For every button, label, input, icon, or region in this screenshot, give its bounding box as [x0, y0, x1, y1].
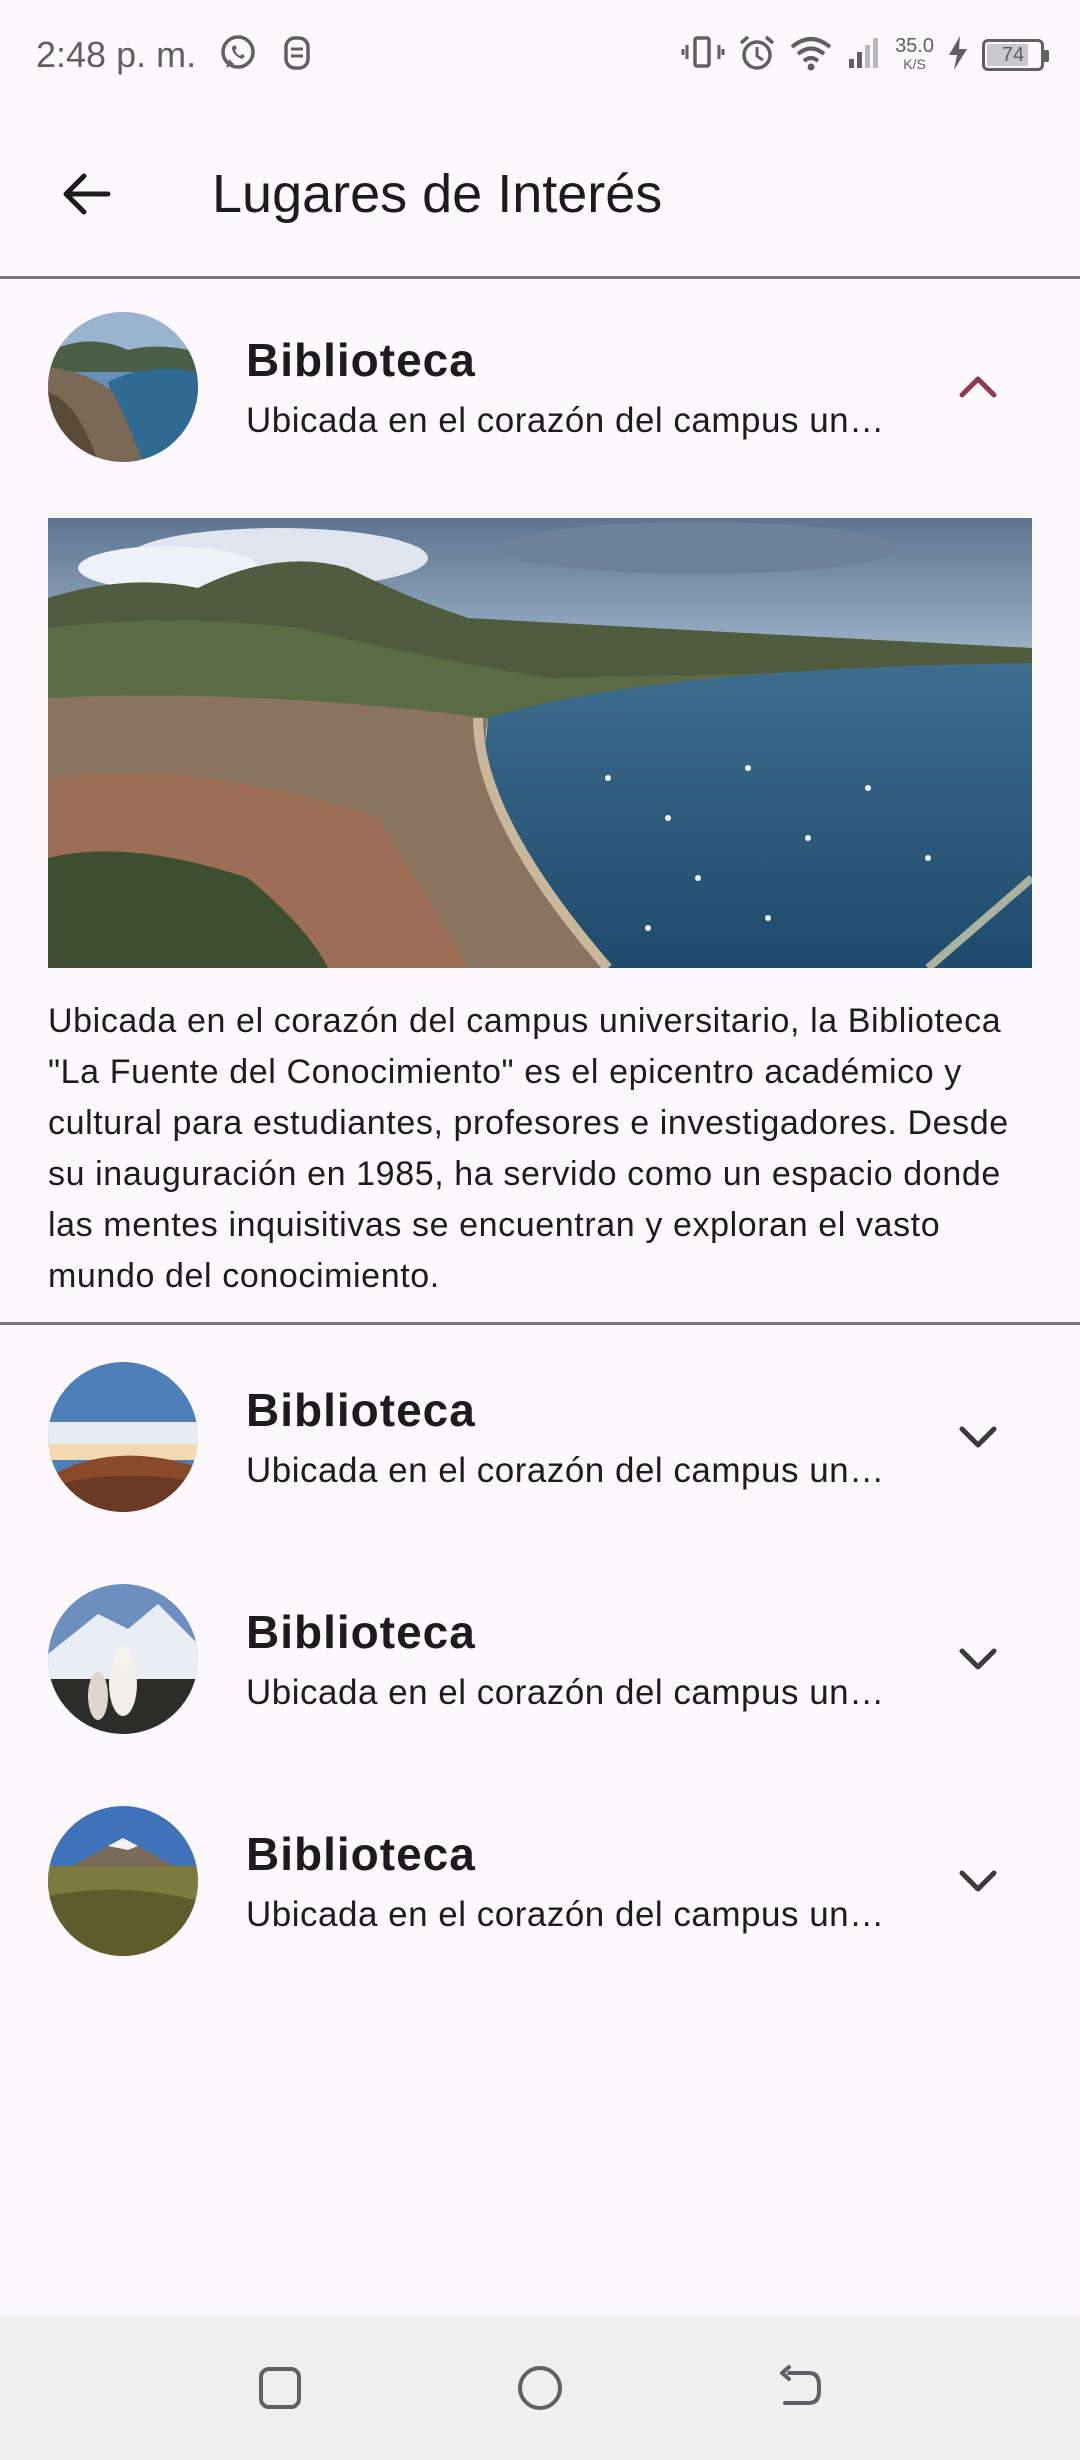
place-subtitle: Ubicada en el corazón del campus univers…	[246, 401, 886, 440]
recents-icon	[259, 2367, 301, 2409]
signal-icon	[845, 33, 883, 78]
status-right: 35.0 K/S 74	[681, 33, 1049, 78]
whatsapp-icon	[218, 33, 258, 78]
expand-toggle[interactable]	[954, 1857, 1002, 1905]
place-avatar	[48, 1362, 198, 1512]
battery-level: 74	[1001, 43, 1025, 66]
notification-icon	[280, 33, 314, 78]
net-speed-value: 35.0	[895, 35, 934, 57]
divider	[0, 1322, 1080, 1325]
back-button[interactable]	[50, 158, 122, 230]
status-time: 2:48 p. m.	[36, 34, 197, 75]
place-image	[48, 518, 1032, 968]
page-title: Lugares de Interés	[212, 164, 663, 224]
back-icon	[780, 2365, 821, 2405]
place-title: Biblioteca	[246, 1828, 476, 1880]
place-subtitle: Ubicada en el corazón del campus univers…	[246, 1673, 886, 1712]
net-speed: 35.0 K/S	[895, 35, 934, 73]
place-text: Biblioteca Ubicada en el corazón del cam…	[246, 1605, 886, 1713]
chevron-down-icon	[959, 1426, 997, 1448]
place-tile-1[interactable]: Biblioteca Ubicada en el corazón del cam…	[0, 282, 1080, 492]
charging-icon	[946, 33, 970, 78]
recents-button[interactable]	[235, 2343, 325, 2433]
place-subtitle: Ubicada en el corazón del campus univers…	[246, 1895, 886, 1934]
screen: 2:48 p. m. 35.0 K/S 74 Lugares de Interé…	[0, 0, 1080, 2460]
home-button[interactable]	[495, 2343, 585, 2433]
battery-icon: 74	[982, 39, 1049, 71]
alarm-icon	[737, 33, 777, 78]
place-tile-3[interactable]: Biblioteca Ubicada en el corazón del cam…	[0, 1554, 1080, 1764]
place-text: Biblioteca Ubicada en el corazón del cam…	[246, 1827, 886, 1935]
place-text: Biblioteca Ubicada en el corazón del cam…	[246, 333, 886, 441]
place-title: Biblioteca	[246, 1384, 476, 1436]
app-bar: Lugares de Interés	[0, 110, 1080, 278]
vibrate-icon	[681, 33, 725, 78]
status-bar: 2:48 p. m. 35.0 K/S 74	[0, 0, 1080, 110]
place-tile-2[interactable]: Biblioteca Ubicada en el corazón del cam…	[0, 1332, 1080, 1542]
place-avatar	[48, 312, 198, 462]
chevron-down-icon	[959, 1870, 997, 1892]
place-avatar	[48, 1806, 198, 1956]
place-title: Biblioteca	[246, 334, 476, 386]
arrow-back-icon	[63, 173, 111, 215]
home-icon	[518, 2366, 562, 2410]
expand-toggle[interactable]	[954, 1635, 1002, 1683]
wifi-icon	[789, 33, 833, 78]
chevron-down-icon	[959, 1648, 997, 1670]
net-speed-unit: K/S	[903, 56, 926, 72]
system-nav-bar	[0, 2316, 1080, 2460]
place-tile-4[interactable]: Biblioteca Ubicada en el corazón del cam…	[0, 1776, 1080, 1986]
place-text: Biblioteca Ubicada en el corazón del cam…	[246, 1383, 886, 1491]
expand-toggle[interactable]	[954, 363, 1002, 411]
status-left: 2:48 p. m.	[36, 33, 314, 78]
chevron-up-icon	[959, 376, 997, 398]
place-subtitle: Ubicada en el corazón del campus univers…	[246, 1451, 886, 1490]
place-avatar	[48, 1584, 198, 1734]
nav-back-button[interactable]	[755, 2343, 845, 2433]
expand-toggle[interactable]	[954, 1413, 1002, 1461]
place-description: Ubicada en el corazón del campus univers…	[48, 1002, 1009, 1295]
divider	[0, 276, 1080, 279]
place-title: Biblioteca	[246, 1606, 476, 1658]
